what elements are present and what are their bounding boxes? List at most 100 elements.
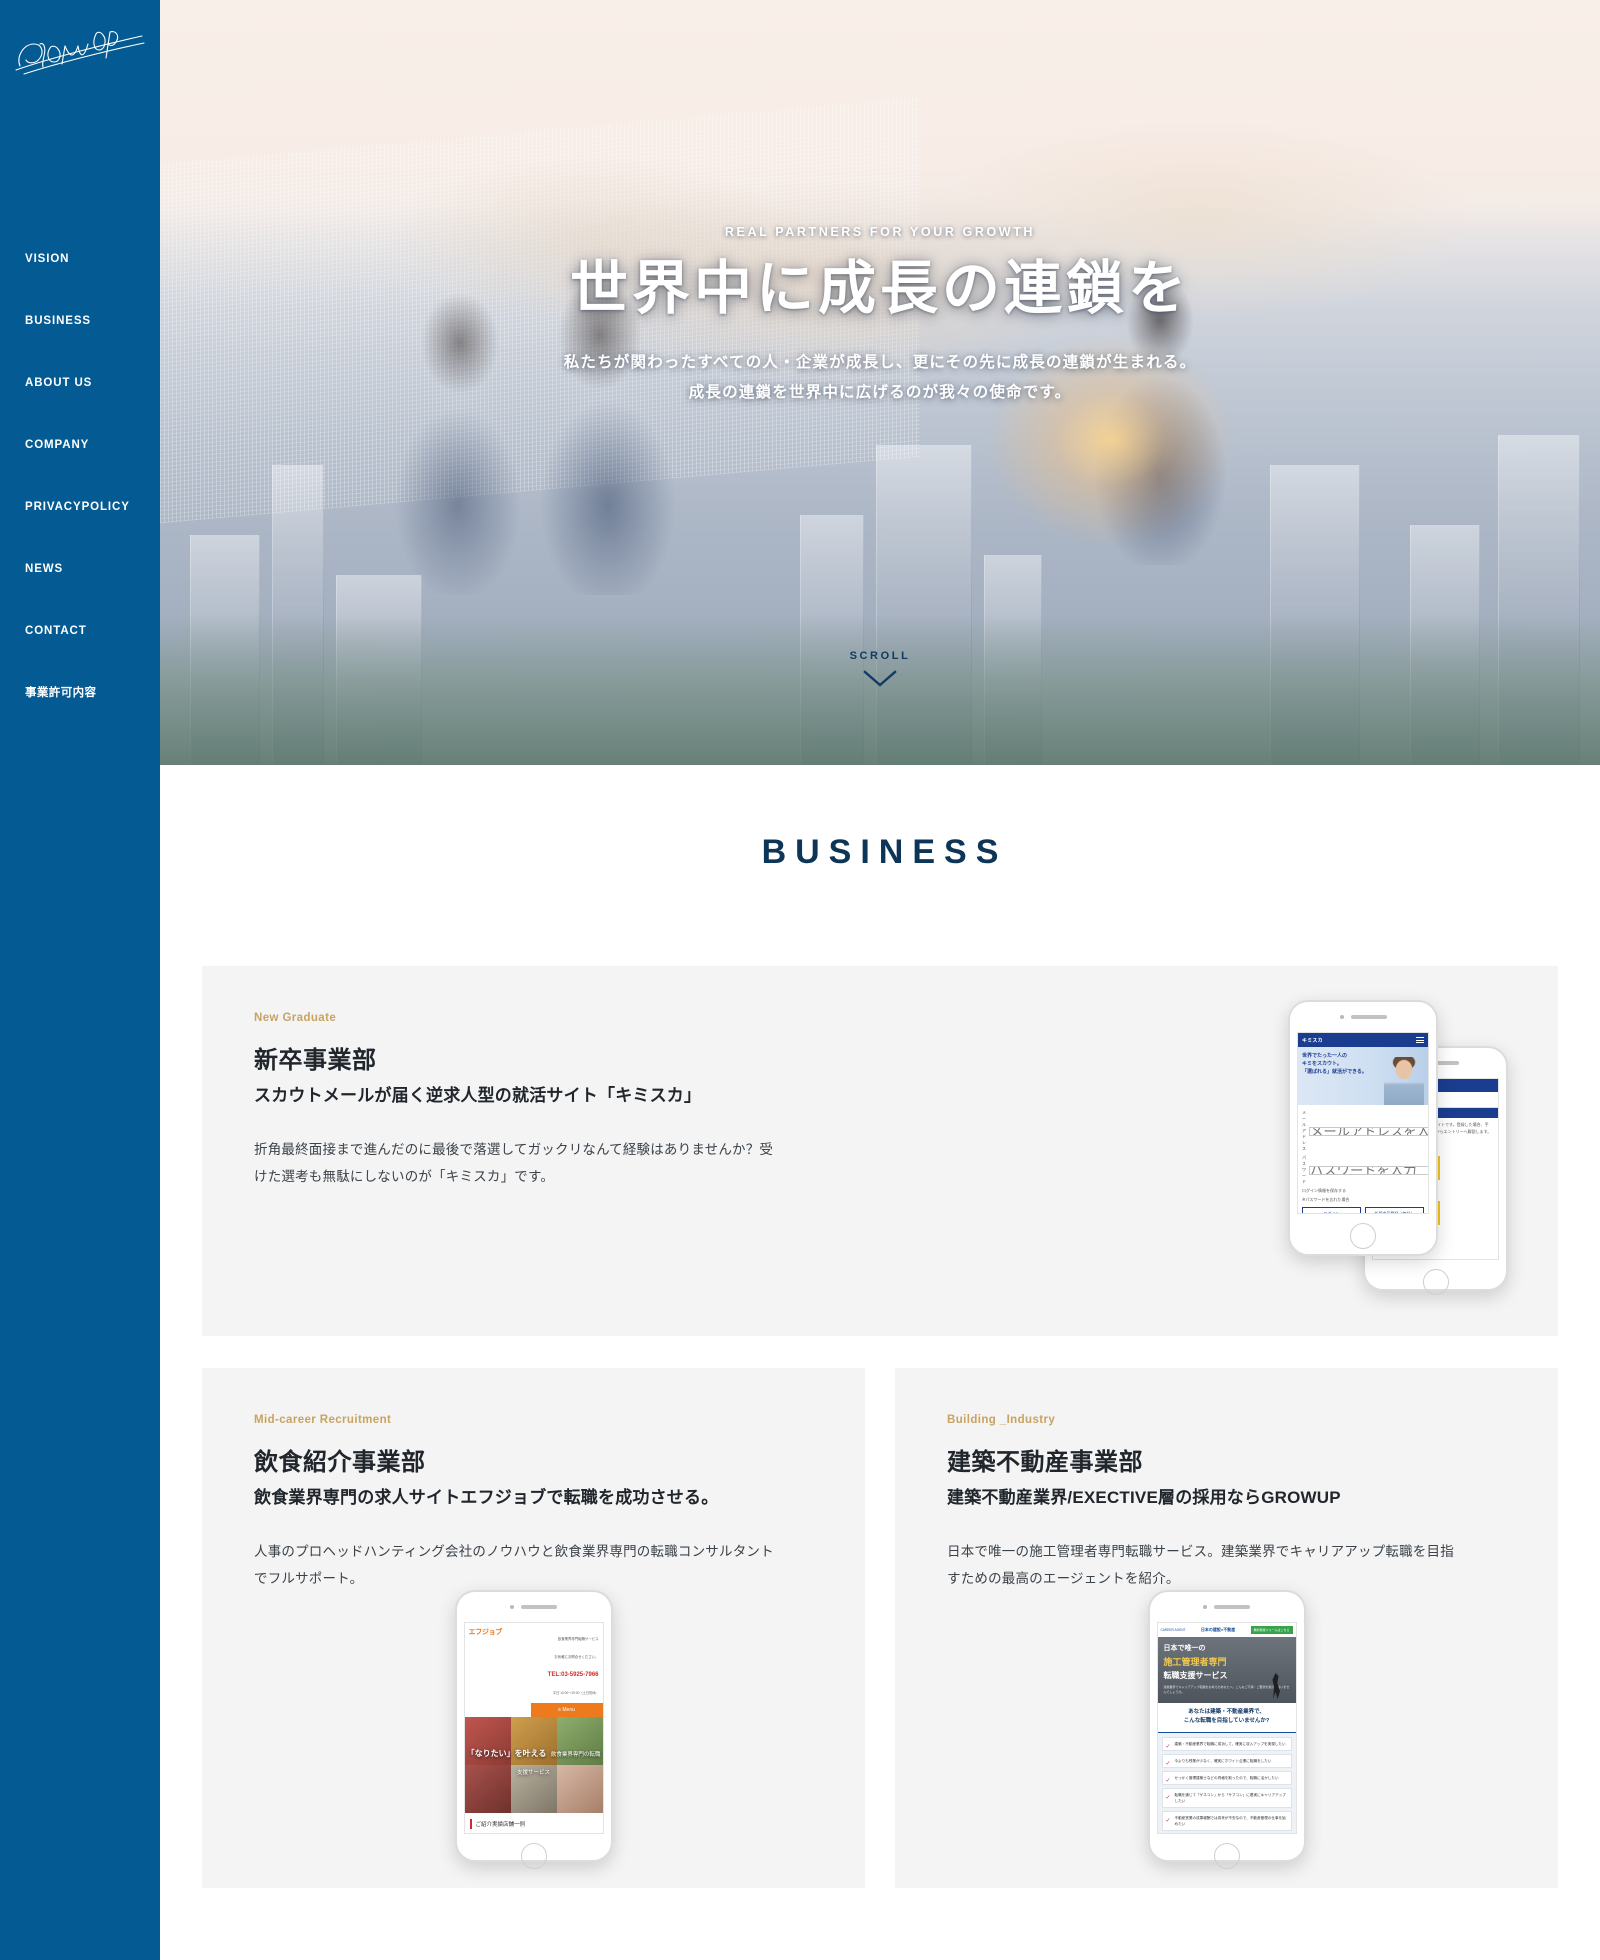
contact-block: 飲食業界専門転職サービス お気軽にお問合せください。 TEL:03-5925-7… <box>548 1627 599 1699</box>
hero-section: REAL PARTNERS FOR YOUR GROWTH 世界中に成長の連鎖を… <box>160 0 1600 765</box>
password-input[interactable] <box>1309 1165 1428 1175</box>
checklist-item: ✓ 不動産営業の成果報酬では将来が不安なので、不動産管理の仕事を始めたい <box>1161 1811 1292 1832</box>
card-eyebrow: Building _Industry <box>947 1414 1056 1426</box>
sidebar-item-business[interactable]: BUSINESS <box>0 290 160 352</box>
menu-button[interactable]: ≡ Menu <box>530 1703 603 1717</box>
phone-screen-kimisuka-login: キミスカ 世界でたった一人の キミをスカウト。 「選ばれる」就活ができる。 メー… <box>1297 1032 1429 1214</box>
phone-speaker-icon <box>1350 1015 1387 1019</box>
main-content: REAL PARTNERS FOR YOUR GROWTH 世界中に成長の連鎖を… <box>160 0 1600 1960</box>
question-line-2: こんな転職を目指していませんか? <box>1183 1718 1270 1725</box>
app-hero: 世界でたった一人の キミをスカウト。 「選ばれる」就活ができる。 <box>1298 1047 1428 1105</box>
register-button[interactable]: 無料登録フォームはこちら <box>1250 1626 1293 1634</box>
check-icon: ✓ <box>1165 1777 1171 1784</box>
clients-heading-label: ご紹介実績店舗一例 <box>475 1822 526 1828</box>
home-button-icon <box>1213 1843 1240 1869</box>
hero-subtitle-line-2: 成長の連鎖を世界中に広げるのが我々の使命です。 <box>688 384 1072 402</box>
checklist-item-label: 転職を通じて「ゲネコン」から「サブコン」に着実にキャリアアップしたい <box>1174 1793 1286 1804</box>
home-button-icon <box>1350 1223 1376 1249</box>
email-input[interactable] <box>1309 1126 1428 1136</box>
app-header: CAREER AGENT 日本の建設×不動産 無料登録フォームはこちら <box>1157 1623 1296 1637</box>
card-body: 人事のプロヘッドハンティング会社のノウハウと飲食業界専門の転職コンサルタントでフ… <box>254 1544 774 1586</box>
app-hero: 日本で唯一の 施工管理者専門 転職支援サービス 建築業界でキャリアアップ転職をお… <box>1157 1637 1296 1703</box>
phone-home-button-area <box>1290 1214 1436 1258</box>
card-body: 日本で唯一の施工管理者専門転職サービス。建築業界でキャリアアップ転職を目指すため… <box>947 1544 1454 1586</box>
chevron-down-icon <box>160 670 1600 693</box>
business-card-new-graduate[interactable]: New Graduate 新卒事業部 スカウトメールが届く逆求人型の就活サイト「… <box>202 966 1558 1336</box>
phone-home-button-area <box>1150 1834 1304 1878</box>
hero-line-3: 転職支援サービス <box>1163 1671 1228 1680</box>
card-lead: 建築不動産業界/EXECTIVE層の採用ならGROWUP <box>947 1488 1341 1507</box>
card-title: 建築不動産事業部 <box>947 1449 1143 1476</box>
sidebar-item-company[interactable]: COMPANY <box>0 414 160 476</box>
check-icon: ✓ <box>1165 1760 1171 1767</box>
hero-line-2: 施工管理者専門 <box>1163 1657 1227 1667</box>
login-buttons: ログイン 新規会員登録（無料） <box>1302 1207 1424 1213</box>
phone-screen-kensetsu: CAREER AGENT 日本の建設×不動産 無料登録フォームはこちら 日本で唯… <box>1156 1622 1297 1834</box>
scroll-label: SCROLL <box>849 650 911 662</box>
password-row: パスワード <box>1302 1155 1428 1185</box>
phone-camera-icon <box>510 1605 514 1609</box>
app-logo-center: 日本の建設×不動産 <box>1200 1627 1236 1632</box>
card-body: 折角最終面接まで進んだのに最後で落選してガックリなんて経験はありませんか？受けた… <box>254 1142 774 1184</box>
phone-notch <box>1150 1592 1304 1622</box>
email-label: メールアドレス <box>1302 1110 1306 1151</box>
sidebar-item-news[interactable]: NEWS <box>0 538 160 600</box>
hero-eyebrow: REAL PARTNERS FOR YOUR GROWTH <box>724 225 1036 239</box>
checklist-item-label: せっかく管理建築士などの資格を取ったので、転職に活かしたい <box>1174 1775 1279 1780</box>
phone-home-button-area <box>1365 1260 1506 1304</box>
question-line-1: あなたは建築・不動産業界で、 <box>1188 1709 1265 1715</box>
hamburger-menu-icon[interactable] <box>1416 1036 1424 1044</box>
sidebar: VISION BUSINESS ABOUT US COMPANY PRIVACY… <box>0 0 160 1960</box>
phone-screen-fjob: エフジョブ 飲食業界専門転職サービス お気軽にお問合せください。 TEL:03-… <box>463 1622 604 1834</box>
app-header-bar: キミスカ <box>1298 1033 1428 1047</box>
login-button[interactable]: ログイン <box>1302 1207 1361 1213</box>
home-button-icon <box>520 1843 547 1869</box>
remember-me-checkbox[interactable]: ログイン情報を保存する <box>1302 1188 1424 1194</box>
sidebar-nav: VISION BUSINESS ABOUT US COMPANY PRIVACY… <box>0 228 160 724</box>
forgot-password-link[interactable]: ※パスワードを忘れた場合 <box>1302 1197 1424 1203</box>
card-lead: 飲食業界専門の求人サイトエフジョブで転職を成功させる。 <box>254 1488 719 1507</box>
mosaic-overlay-text: 「なりたい」を叶える 飲食業界専門の転職支援サービス <box>465 1743 603 1779</box>
checklist-item: ✓ 転職を通じて「ゲネコン」から「サブコン」に着実にキャリアアップしたい <box>1161 1788 1292 1809</box>
hero-note: 建築業界でキャリアアップ転職をお考えのあなたへ。こんなご不満・ご要望を抱えてはい… <box>1163 1685 1290 1695</box>
phone-camera-icon <box>1339 1015 1344 1019</box>
contact-note-1: 飲食業界専門転職サービス <box>557 1637 599 1641</box>
business-card-mid-career[interactable]: Mid-career Recruitment 飲食紹介事業部 飲食業界専門の求人… <box>202 1368 865 1888</box>
sidebar-item-privacypolicy[interactable]: PRIVACYPOLICY <box>0 476 160 538</box>
phone-number[interactable]: TEL:03-5925-7966 <box>548 1672 599 1678</box>
hero-subtitle-line-1: 私たちが関わったすべての人・企業が成長し、更にその先に成長の連鎖が生まれる。 <box>563 353 1197 371</box>
email-row: メールアドレス <box>1302 1110 1428 1152</box>
checklist-item-label: 今よりも残業が少なく、確実にホワイト企業に転職をしたい <box>1174 1758 1272 1763</box>
sidebar-item-about-us[interactable]: ABOUT US <box>0 352 160 414</box>
checklist-item: ✓ せっかく管理建築士などの資格を取ったので、転職に活かしたい <box>1161 1770 1292 1786</box>
check-icon: ✓ <box>1165 1795 1171 1802</box>
check-icon: ✓ <box>1165 1743 1171 1750</box>
card-eyebrow: Mid-career Recruitment <box>254 1414 392 1426</box>
sidebar-item-vision[interactable]: VISION <box>0 228 160 290</box>
sidebar-item-business-license[interactable]: 事業許可内容 <box>0 662 160 724</box>
food-photo-mosaic: 「なりたい」を叶える 飲食業界専門の転職支援サービス <box>464 1717 603 1813</box>
phone-speaker-icon <box>1214 1605 1250 1609</box>
page-root: VISION BUSINESS ABOUT US COMPANY PRIVACY… <box>0 0 1600 1960</box>
checklist-item: ✓ 今よりも残業が少なく、確実にホワイト企業に転職をしたい <box>1161 1753 1292 1768</box>
checklist: ✓ 建築・不動産業界で転職に成功して、確実に収入アップを実現したい ✓ 今よりも残業… <box>1157 1732 1296 1833</box>
register-button[interactable]: 新規会員登録（無料） <box>1365 1207 1424 1213</box>
business-card-building-industry[interactable]: Building _Industry 建築不動産事業部 建築不動産業界/EXEC… <box>895 1368 1558 1888</box>
app-logo: エフジョブ <box>468 1629 503 1636</box>
checklist-item-label: 建築・不動産業界で転職に成功して、確実に収入アップを実現したい <box>1174 1741 1286 1746</box>
section-title-business: BUSINESS <box>761 833 1008 871</box>
contact-note-2: お気軽にお問合せください。 <box>554 1655 599 1659</box>
app-logo: キミスカ <box>1302 1037 1323 1044</box>
scroll-indicator[interactable]: SCROLL <box>160 650 1600 693</box>
hero-content: REAL PARTNERS FOR YOUR GROWTH 世界中に成長の連鎖を… <box>160 225 1600 408</box>
hero-subtitle: 私たちが関わったすべての人・企業が成長し、更にその先に成長の連鎖が生まれる。 成… <box>160 348 1600 408</box>
login-form: メールアドレス パスワード ログイン情報を保存する ※パスワードを忘れた場合 <box>1298 1105 1428 1213</box>
checklist-item: ✓ 建築・不動産業界で転職に成功して、確実に収入アップを実現したい <box>1161 1736 1292 1751</box>
home-button-icon <box>1422 1269 1449 1295</box>
phone-mockup-kensetsu: CAREER AGENT 日本の建設×不動産 無料登録フォームはこちら 日本で唯… <box>1147 1590 1306 1869</box>
sidebar-item-contact[interactable]: CONTACT <box>0 600 160 662</box>
app-logo-left: CAREER AGENT <box>1160 1628 1186 1632</box>
heading-accent-bar <box>469 1819 472 1829</box>
phone-mockup-group-kimisuka: キミスカとは 一般的な就活サイトとの違い キミスカは逆求人型の就職活動サイトです… <box>1288 1000 1508 1295</box>
site-logo[interactable] <box>10 14 150 84</box>
